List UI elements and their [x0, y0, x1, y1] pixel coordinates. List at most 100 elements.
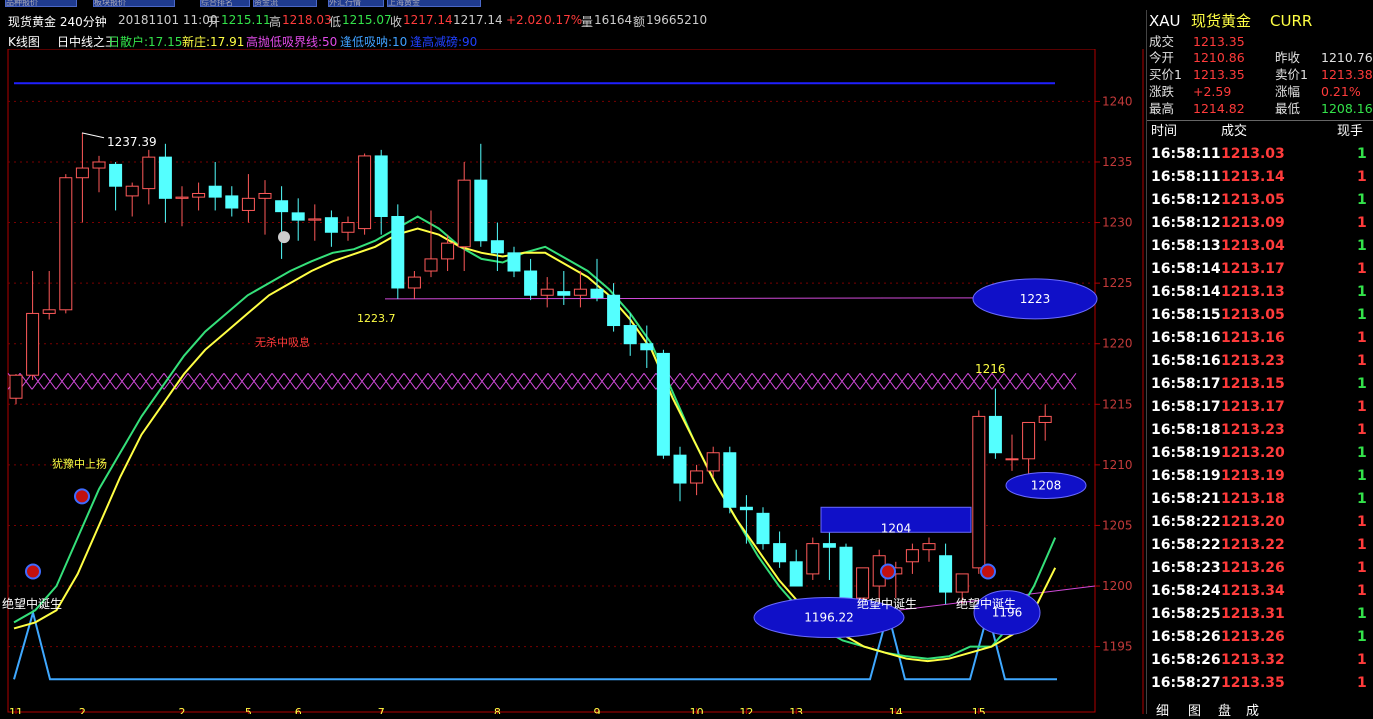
trade-volume: 1 — [1357, 284, 1367, 300]
candle-body — [1038, 415, 1052, 423]
candlestick-chart[interactable]: 1195120012051210121512201225123012351240… — [0, 49, 1145, 714]
candle-body — [988, 415, 1002, 454]
trade-row: 16:58:15 1213.05 1 — [1147, 304, 1373, 327]
trade-row: 16:58:17 1213.17 1 — [1147, 396, 1373, 419]
y-tick-label: 1205 — [1102, 518, 1133, 532]
candle-body — [739, 506, 753, 511]
signal-dot — [980, 563, 996, 580]
trade-volume: 1 — [1357, 652, 1367, 668]
trade-row: 16:58:27 1213.35 1 — [1147, 672, 1373, 695]
top-tab-0[interactable]: 品种报价 — [5, 0, 77, 7]
y-tick-label: 1225 — [1102, 276, 1133, 290]
trade-row: 16:58:23 1213.26 1 — [1147, 557, 1373, 580]
trade-time: 16:58:22 — [1151, 514, 1221, 530]
trade-time: 16:58:14 — [1151, 284, 1221, 300]
candle-body — [706, 452, 720, 472]
trade-time: 16:58:13 — [1151, 238, 1221, 254]
trade-row: 16:58:12 1213.09 1 — [1147, 212, 1373, 235]
trade-volume: 1 — [1357, 560, 1367, 576]
amount-label: 额 — [633, 15, 646, 29]
top-tab-1[interactable]: 板块报价 — [93, 0, 175, 7]
tab-detail[interactable]: 细 — [1156, 700, 1169, 719]
candle-body — [789, 561, 803, 587]
candle-body — [407, 276, 421, 289]
quote-value: 1210.86 — [1193, 50, 1245, 65]
trade-volume: 1 — [1357, 399, 1367, 415]
y-tick-label: 1220 — [1102, 337, 1133, 351]
quote-label: 今开 — [1149, 50, 1175, 65]
tab-trades[interactable]: 成 — [1246, 700, 1259, 719]
trade-price: 1213.17 — [1221, 399, 1285, 415]
top-tab-4[interactable]: 外汇行情 — [328, 0, 384, 7]
quote-value: 0.21% — [1321, 84, 1361, 99]
peak-pointer — [81, 132, 105, 139]
trades-col-price: 成交 — [1221, 124, 1248, 139]
top-tab-3[interactable]: 资金流 — [253, 0, 317, 7]
trade-volume: 1 — [1357, 169, 1367, 185]
new-dealer-value: 新庄:17.91 — [182, 35, 245, 49]
quote-label: 买价1 — [1149, 67, 1182, 82]
quote-label: 涨跌 — [1149, 84, 1175, 99]
top-tab-2[interactable]: 综合排名 — [200, 0, 250, 7]
kline-label[interactable]: K线图 — [8, 33, 40, 50]
candle-body — [175, 196, 189, 199]
trade-time: 16:58:19 — [1151, 468, 1221, 484]
high-low-line-value: 高抛低吸界线:50 — [246, 35, 338, 49]
bubble-119622-text: 1196.22 — [804, 611, 854, 625]
despair-label: 绝望中诞生 — [857, 596, 917, 611]
candle-body — [424, 258, 438, 272]
trade-row: 16:58:22 1213.22 1 — [1147, 534, 1373, 557]
trade-price: 1213.31 — [1221, 606, 1285, 622]
candle-body — [607, 294, 621, 327]
trade-time: 16:58:15 — [1151, 307, 1221, 323]
candle-body — [773, 543, 787, 563]
label-1216: 1216 — [975, 362, 1006, 376]
trade-row: 16:58:19 1213.20 1 — [1147, 442, 1373, 465]
candle-body — [557, 291, 571, 296]
quote-value: 1213.35 — [1193, 34, 1245, 49]
x-tick-label: 2 — [79, 706, 86, 714]
candle-body — [59, 177, 73, 311]
candle-body — [490, 240, 504, 254]
trade-time: 16:58:24 — [1151, 583, 1221, 599]
symbol-label: 现货黄金 240分钟 — [8, 15, 107, 29]
trade-time: 16:58:18 — [1151, 422, 1221, 438]
trade-price: 1213.15 — [1221, 376, 1285, 392]
tab-chart[interactable]: 图 — [1188, 700, 1201, 719]
candle-body — [9, 374, 23, 399]
candle-body — [673, 454, 687, 484]
candle-body — [922, 543, 936, 551]
candle-body — [905, 549, 919, 563]
trade-volume: 1 — [1357, 583, 1367, 599]
trade-time: 16:58:14 — [1151, 261, 1221, 277]
trade-row: 16:58:12 1213.05 1 — [1147, 189, 1373, 212]
candle-body — [756, 512, 770, 545]
quote-panel: XAU 现货黄金 CURR 成交 1213.35 今开 1210.86 昨收 1210.7… — [1146, 10, 1373, 714]
y-tick-label: 1230 — [1102, 216, 1133, 230]
panel-tabs: 细 图 盘 成 — [1146, 700, 1373, 719]
candle-body — [125, 185, 139, 197]
trade-price: 1213.23 — [1221, 353, 1285, 369]
candle-body — [822, 543, 836, 548]
tab-book[interactable]: 盘 — [1218, 700, 1231, 719]
y-tick-label: 1215 — [1102, 397, 1133, 411]
candle-body — [208, 185, 222, 198]
amount-value: 19665210 — [646, 13, 708, 27]
quote-name: 现货黄金 — [1191, 12, 1252, 30]
candle-body — [1005, 458, 1019, 461]
x-tick-label: 15 — [972, 706, 986, 714]
trade-volume: 1 — [1357, 376, 1367, 392]
trade-volume: 1 — [1357, 215, 1367, 231]
top-tab-5[interactable]: 上海黄金 — [387, 0, 481, 7]
high-label: 高 — [269, 15, 282, 29]
trade-time: 16:58:11 — [1151, 146, 1221, 162]
high-value: 1218.03 — [282, 13, 332, 27]
candle-body — [590, 288, 604, 299]
trade-time: 16:58:12 — [1151, 215, 1221, 231]
trade-row: 16:58:24 1213.34 1 — [1147, 580, 1373, 603]
peak-label: 1237.39 — [107, 135, 157, 149]
trade-price: 1213.20 — [1221, 445, 1285, 461]
x-tick-label: 11 — [9, 706, 23, 714]
trade-volume: 1 — [1357, 675, 1367, 691]
quote-row: 涨跌 +2.59 涨幅 0.21% — [1147, 84, 1373, 100]
